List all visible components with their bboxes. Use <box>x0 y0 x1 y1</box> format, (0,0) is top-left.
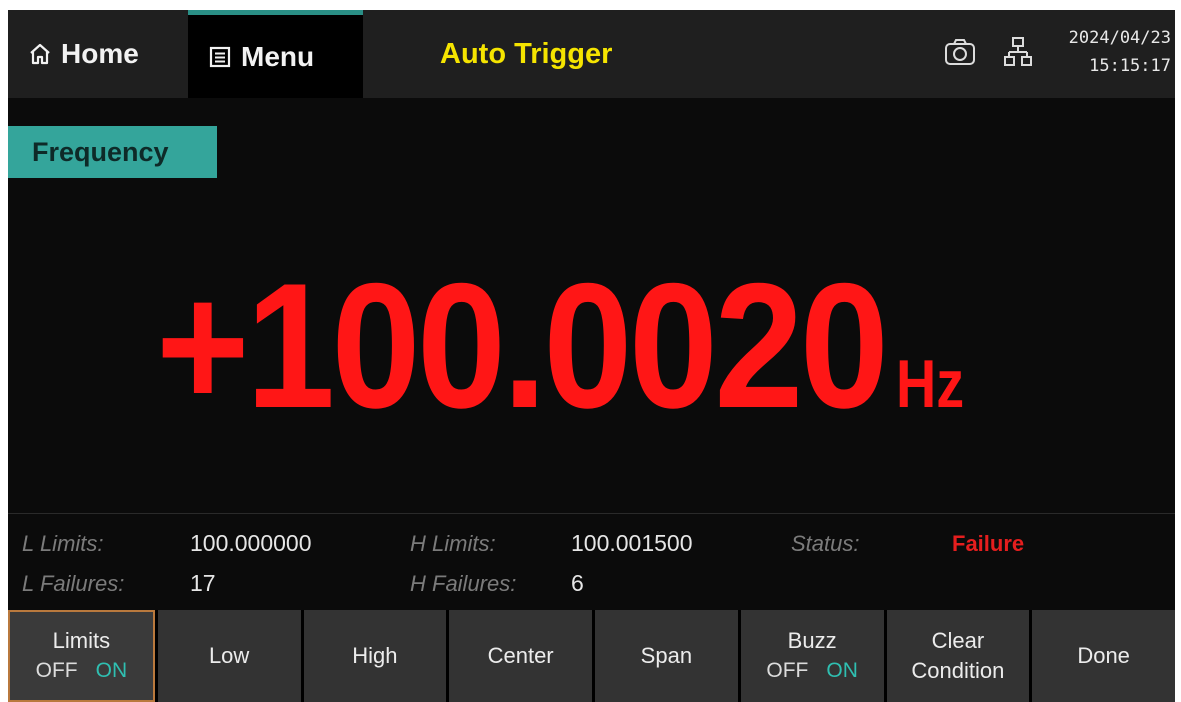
low-label: Low <box>208 643 250 668</box>
status-value: Failure <box>952 531 1025 556</box>
buzz-off: OFF <box>766 659 809 682</box>
function-label: Frequency <box>8 126 217 178</box>
l-limits-value: 100.000000 <box>190 530 312 556</box>
main-reading: +100.0020 Hz <box>156 246 979 446</box>
center-label: Center <box>487 643 554 668</box>
home-button[interactable]: Home <box>28 10 139 98</box>
done-label: Done <box>1077 643 1130 668</box>
center-softkey[interactable]: Center <box>449 610 592 702</box>
high-softkey[interactable]: High <box>303 610 447 702</box>
l-limits-label: L Limits: <box>22 531 104 556</box>
buzz-toggle: OFF ON <box>766 656 858 686</box>
home-icon <box>30 43 50 65</box>
instrument-screen: Home Menu Auto Trigger 2024/04/23 15:15:… <box>8 10 1175 702</box>
span-label: Span <box>640 643 693 668</box>
trigger-mode-title: Auto Trigger <box>440 37 613 70</box>
menu-label: Menu <box>241 40 315 72</box>
clear-label-line2: Condition <box>911 658 1005 683</box>
camera-icon[interactable] <box>944 38 976 66</box>
date-text: 2024/04/23 <box>1068 28 1171 48</box>
time-text: 15:15:17 <box>1089 56 1171 76</box>
h-limits-value: 100.001500 <box>571 530 693 556</box>
menu-icon <box>209 46 231 67</box>
buzz-softkey[interactable]: Buzz OFF ON <box>740 610 884 702</box>
h-failures-label: H Failures: <box>410 571 517 596</box>
softkey-bar: Limits OFF ON Low High Center Span Buzz … <box>8 610 1175 702</box>
high-label: High <box>352 643 398 668</box>
clear-label-line1: Clear <box>931 628 985 653</box>
limits-softkey[interactable]: Limits OFF ON <box>8 610 155 702</box>
date-time: 2024/04/23 15:15:17 <box>1069 24 1171 80</box>
buzz-on: ON <box>826 659 858 682</box>
l-failures-label: L Failures: <box>22 571 125 596</box>
clear-condition-softkey[interactable]: Clear Condition <box>886 610 1030 702</box>
h-failures-value: 6 <box>571 570 584 596</box>
top-bar: Home Menu Auto Trigger 2024/04/23 15:15:… <box>8 10 1175 98</box>
home-label: Home <box>61 38 139 69</box>
reading-unit: Hz <box>896 346 965 422</box>
l-failures-value: 17 <box>190 570 216 596</box>
limits-toggle: OFF ON <box>36 656 128 686</box>
low-softkey[interactable]: Low <box>157 610 301 702</box>
limits-on: ON <box>95 659 128 682</box>
reading-value: +100.0020 <box>156 246 889 445</box>
h-limits-label: H Limits: <box>410 531 496 556</box>
limits-label: Limits <box>52 628 111 653</box>
limits-off: OFF <box>35 659 78 682</box>
status-label: Status: <box>791 531 860 556</box>
divider <box>8 513 1175 514</box>
span-softkey[interactable]: Span <box>595 610 738 702</box>
done-softkey[interactable]: Done <box>1032 610 1175 702</box>
buzz-label: Buzz <box>787 628 837 653</box>
menu-button[interactable]: Menu <box>188 10 363 98</box>
network-icon <box>1004 37 1032 66</box>
